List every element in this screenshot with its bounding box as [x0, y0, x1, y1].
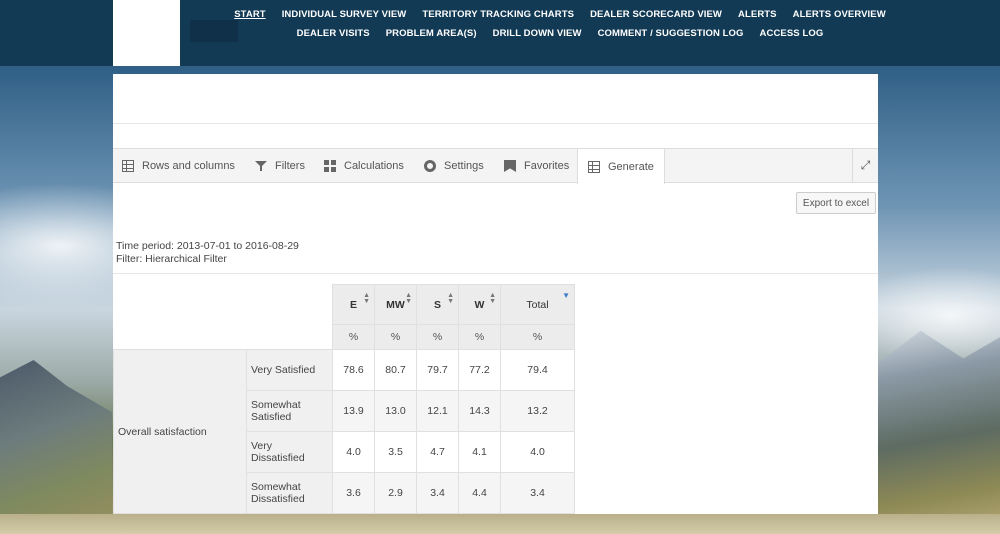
gear-icon	[424, 160, 436, 172]
sort-icon[interactable]: ▲ ▼	[363, 292, 370, 305]
grid-icon	[122, 160, 134, 172]
tab-label: Generate	[608, 160, 654, 173]
main-panel: Rows and columns Filters Calculations Se…	[113, 74, 878, 514]
table-icon	[588, 160, 600, 173]
column-label: E	[349, 298, 357, 311]
tab-label: Filters	[275, 160, 305, 172]
row-label: Somewhat Dissatisfied	[246, 472, 333, 514]
unit-cell: %	[458, 324, 501, 350]
blank-cell	[113, 284, 247, 325]
blank-cell	[113, 324, 247, 350]
sort-icon[interactable]: ▲ ▼	[447, 292, 454, 305]
table-cell: 4.0	[500, 431, 575, 473]
table-cell: 13.0	[374, 390, 417, 432]
column-header-mw[interactable]: MW ▲ ▼	[374, 284, 417, 325]
tab-label: Settings	[444, 160, 484, 172]
table-cell: 3.4	[416, 472, 459, 514]
column-label: W	[474, 298, 485, 311]
column-label: Total	[526, 298, 549, 311]
top-header: START INDIVIDUAL SURVEY VIEW TERRITORY T…	[0, 0, 1000, 66]
column-header-w[interactable]: W ▲ ▼	[458, 284, 501, 325]
table-cell: 3.5	[374, 431, 417, 473]
sort-icon[interactable]: ▲ ▼	[489, 292, 496, 305]
unit-cell: %	[500, 324, 575, 350]
nav-comment-suggestion-log[interactable]: COMMENT / SUGGESTION LOG	[598, 28, 744, 39]
blank-cell	[246, 284, 333, 325]
sort-desc-icon[interactable]: ▼	[562, 291, 570, 300]
column-header-total[interactable]: Total ▼	[500, 284, 575, 325]
filter-text: Filter: Hierarchical Filter	[116, 253, 227, 265]
table-cell: 3.4	[500, 472, 575, 514]
background-ground	[0, 514, 1000, 534]
table-cell: 79.7	[416, 349, 459, 391]
table-cell: 2.9	[374, 472, 417, 514]
table-cell: 4.4	[458, 472, 501, 514]
unit-cell: %	[416, 324, 459, 350]
logo-secondary	[190, 20, 238, 42]
tab-label: Rows and columns	[142, 160, 235, 172]
table-cell: 13.2	[500, 390, 575, 432]
nav-problem-areas[interactable]: PROBLEM AREA(S)	[386, 28, 477, 39]
table-cell: 14.3	[458, 390, 501, 432]
table-row: Overall satisfaction Very Satisfied 78.6…	[113, 349, 575, 514]
nav-individual-survey-view[interactable]: INDIVIDUAL SURVEY VIEW	[282, 9, 407, 20]
background-mountain-right	[878, 330, 1000, 534]
row-label: Very Satisfied	[246, 349, 333, 391]
nav-access-log[interactable]: ACCESS LOG	[760, 28, 824, 39]
table-cell: 3.6	[332, 472, 375, 514]
row-label: Very Dissatisfied	[246, 431, 333, 473]
column-header-s[interactable]: S ▲ ▼	[416, 284, 459, 325]
tab-settings[interactable]: Settings	[424, 149, 484, 183]
nav-start[interactable]: START	[234, 9, 265, 20]
filter-icon	[255, 160, 267, 172]
column-label: S	[433, 298, 441, 311]
row-group-label: Overall satisfaction	[113, 349, 247, 514]
nav-drill-down-view[interactable]: DRILL DOWN VIEW	[493, 28, 582, 39]
table-cell: 79.4	[500, 349, 575, 391]
logo[interactable]	[113, 0, 180, 66]
tab-label: Calculations	[344, 160, 404, 172]
table-cell: 4.1	[458, 431, 501, 473]
nav-row-1: START INDIVIDUAL SURVEY VIEW TERRITORY T…	[234, 9, 885, 20]
unit-cell: %	[374, 324, 417, 350]
nav-dealer-scorecard-view[interactable]: DEALER SCORECARD VIEW	[590, 9, 722, 20]
time-period-text: Time period: 2013-07-01 to 2016-08-29	[116, 240, 299, 252]
nav-territory-tracking-charts[interactable]: TERRITORY TRACKING CHARTS	[422, 9, 574, 20]
table-cell: 13.9	[332, 390, 375, 432]
sort-icon[interactable]: ▲ ▼	[405, 292, 412, 305]
nav-alerts[interactable]: ALERTS	[738, 9, 777, 20]
table-cell: 80.7	[374, 349, 417, 391]
tab-favorites[interactable]: Favorites	[504, 149, 569, 183]
blank-cell	[246, 324, 333, 350]
nav-dealer-visits[interactable]: DEALER VISITS	[297, 28, 370, 39]
divider	[113, 273, 878, 274]
export-to-excel-button[interactable]: Export to excel	[796, 192, 876, 214]
expand-button[interactable]: ⤢	[852, 148, 878, 183]
tab-rows-and-columns[interactable]: Rows and columns	[122, 149, 235, 183]
table-cell: 4.7	[416, 431, 459, 473]
row-label: Somewhat Satisfied	[246, 390, 333, 432]
expand-icon: ⤢	[860, 158, 871, 172]
calculator-icon	[324, 160, 336, 172]
column-header-e[interactable]: E ▲ ▼	[332, 284, 375, 325]
column-label: MW	[386, 298, 405, 311]
table-cell: 12.1	[416, 390, 459, 432]
bookmark-icon	[504, 160, 516, 172]
tab-label: Favorites	[524, 160, 570, 172]
divider	[113, 123, 878, 124]
nav-row-2: DEALER VISITS PROBLEM AREA(S) DRILL DOWN…	[240, 28, 880, 39]
tab-bar: Rows and columns Filters Calculations Se…	[113, 148, 878, 184]
results-table: E ▲ ▼ MW ▲ ▼ S ▲ ▼ W ▲ ▼ Total ▼ % % % %…	[113, 284, 575, 514]
tab-generate[interactable]: Generate	[577, 149, 665, 184]
table-cell: 4.0	[332, 431, 375, 473]
unit-cell: %	[332, 324, 375, 350]
nav-alerts-overview[interactable]: ALERTS OVERVIEW	[793, 9, 886, 20]
table-cell: 77.2	[458, 349, 501, 391]
tab-calculations[interactable]: Calculations	[324, 149, 404, 183]
report-meta: Time period: 2013-07-01 to 2016-08-29 Fi…	[116, 240, 299, 266]
tab-filters[interactable]: Filters	[255, 149, 305, 183]
table-cell: 78.6	[332, 349, 375, 391]
